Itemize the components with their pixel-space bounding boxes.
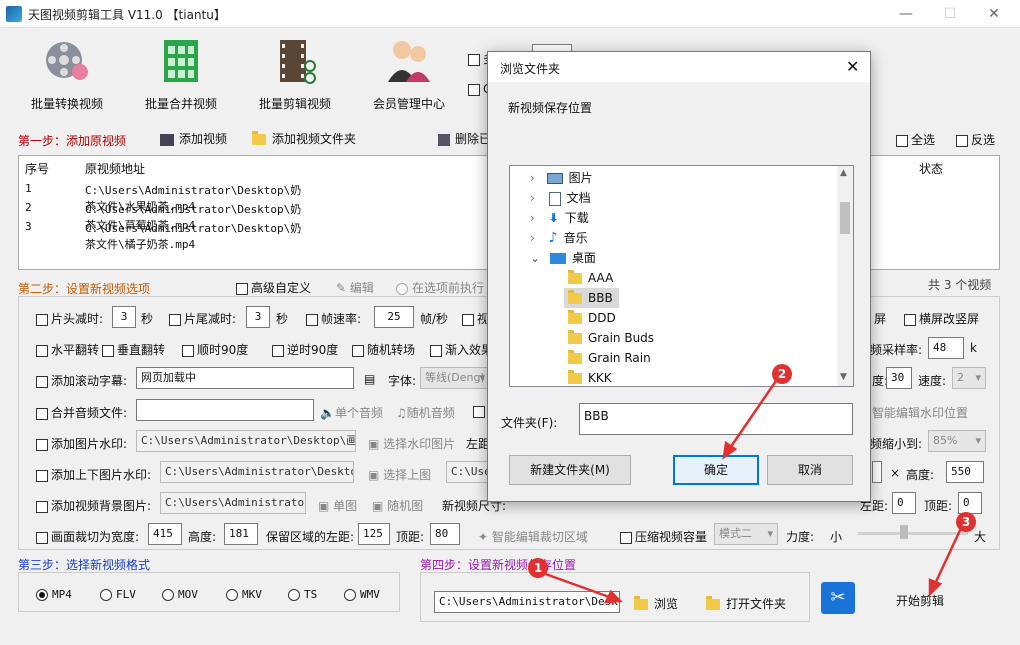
annotation-badge-2: 2 bbox=[772, 364, 792, 384]
annotation-badge-1: 1 bbox=[528, 558, 548, 578]
annotation-badge-3: 3 bbox=[956, 512, 976, 532]
annotation-arrows bbox=[539, 377, 964, 604]
